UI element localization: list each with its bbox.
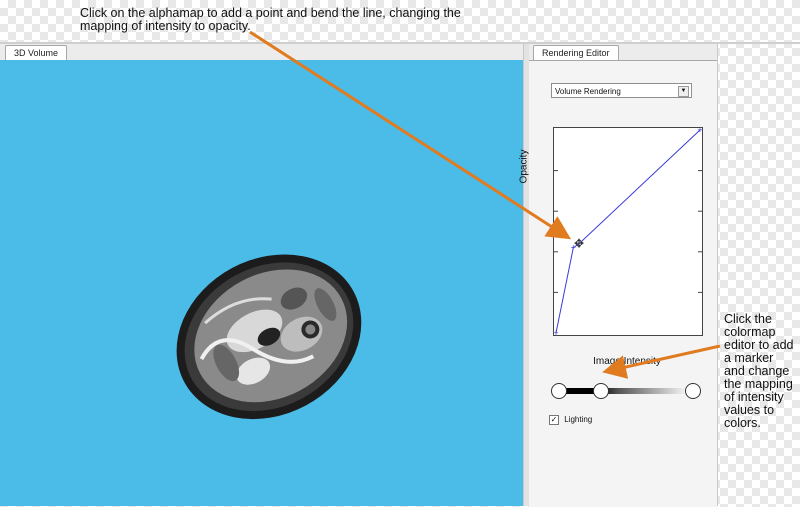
alphamap-control-point: + bbox=[554, 328, 559, 335]
chevron-down-icon[interactable]: ▼ bbox=[678, 86, 689, 97]
rendering-mode-dropdown[interactable]: Volume Rendering ▼ bbox=[551, 83, 692, 98]
alphamap-line bbox=[555, 129, 701, 334]
colormap-marker-handle[interactable] bbox=[592, 383, 609, 399]
alphamap-x-label: Image Intensity bbox=[593, 356, 661, 367]
volume-viewport[interactable] bbox=[0, 60, 523, 506]
lighting-option[interactable]: ✓ Lighting bbox=[549, 415, 592, 425]
lighting-label: Lighting bbox=[564, 415, 593, 425]
head-ct-slice-image bbox=[176, 254, 362, 420]
rendering-editor-panel: Rendering Editor Volume Rendering ▼ + + + +… bbox=[518, 44, 718, 507]
colormap-marker-handle[interactable] bbox=[685, 383, 701, 399]
tab-3d-volume[interactable]: 3D Volume bbox=[5, 45, 68, 61]
top-callout-text: Click on the alphamap to add a point and… bbox=[80, 6, 461, 33]
rendering-editor-body: Volume Rendering ▼ + + + + ✥ Opacity Image I… bbox=[518, 60, 717, 507]
volume-panel: 3D Volume bbox=[0, 44, 523, 506]
colormap-marker-handle[interactable] bbox=[551, 383, 567, 399]
right-callout-text: Click the colormap editor to add a marke… bbox=[724, 312, 794, 430]
move-cursor-icon: ✥ bbox=[574, 237, 584, 251]
lighting-checkbox[interactable]: ✓ bbox=[549, 415, 559, 425]
alphamap-control-point: + bbox=[697, 128, 702, 135]
colormap-editor[interactable] bbox=[551, 383, 701, 399]
rendering-mode-value: Volume Rendering bbox=[555, 87, 621, 96]
alphamap-y-label: Opacity bbox=[518, 149, 530, 184]
alphamap-svg[interactable]: ++ ++✥ bbox=[554, 128, 702, 335]
colormap-gradient-bar[interactable] bbox=[559, 388, 691, 394]
tab-rendering-editor[interactable]: Rendering Editor bbox=[533, 45, 619, 61]
alphamap-plot[interactable]: + + + + ✥ bbox=[553, 127, 703, 336]
